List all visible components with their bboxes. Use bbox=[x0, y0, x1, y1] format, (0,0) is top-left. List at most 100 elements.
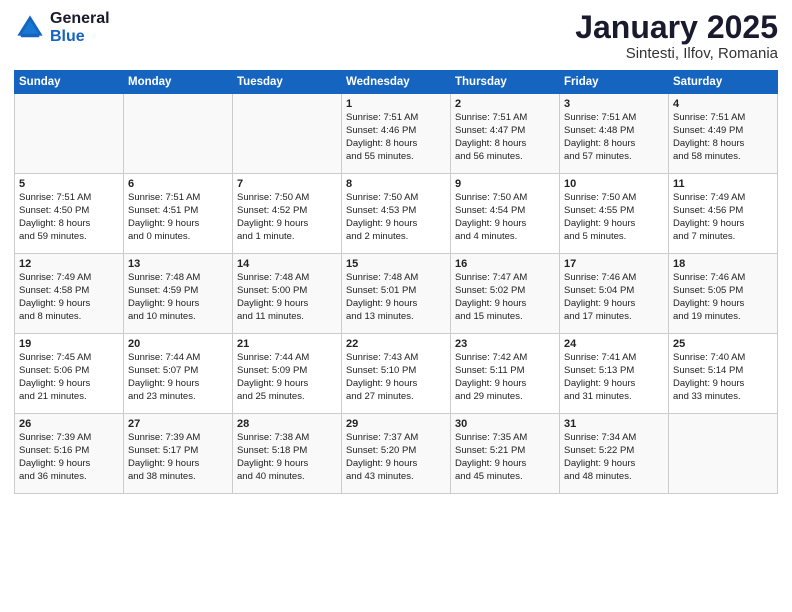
col-wednesday: Wednesday bbox=[342, 71, 451, 94]
calendar-week-3: 19 Sunrise: 7:45 AM Sunset: 5:06 PM Dayli… bbox=[15, 334, 778, 414]
title-block: January 2025 Sintesti, Ilfov, Romania bbox=[575, 10, 778, 62]
calendar-cell: 2 Sunrise: 7:51 AM Sunset: 4:47 PM Daylig… bbox=[451, 94, 560, 174]
calendar-week-4: 26 Sunrise: 7:39 AM Sunset: 5:16 PM Dayli… bbox=[15, 414, 778, 494]
day-info: Sunrise: 7:41 AM Sunset: 5:13 PM Dayligh… bbox=[564, 352, 664, 403]
day-number: 4 bbox=[673, 98, 773, 110]
day-number: 30 bbox=[455, 418, 555, 430]
day-info: Sunrise: 7:51 AM Sunset: 4:46 PM Dayligh… bbox=[346, 112, 446, 163]
day-info: Sunrise: 7:46 AM Sunset: 5:04 PM Dayligh… bbox=[564, 272, 664, 323]
day-info: Sunrise: 7:48 AM Sunset: 5:00 PM Dayligh… bbox=[237, 272, 337, 323]
calendar-cell: 24Sunrise: 7:41 AM Sunset: 5:13 PM Dayli… bbox=[560, 334, 669, 414]
day-info: Sunrise: 7:51 AM Sunset: 4:51 PM Dayligh… bbox=[128, 192, 228, 243]
day-number: 12 bbox=[19, 258, 119, 270]
calendar-title: January 2025 bbox=[575, 10, 778, 45]
calendar-cell: 16 Sunrise: 7:47 AM Sunset: 5:02 PM Dayli… bbox=[451, 254, 560, 334]
day-number: 18 bbox=[673, 258, 773, 270]
calendar-cell: 19 Sunrise: 7:45 AM Sunset: 5:06 PM Dayli… bbox=[15, 334, 124, 414]
day-number: 11 bbox=[673, 178, 773, 190]
calendar-cell: 1 Sunrise: 7:51 AM Sunset: 4:46 PM Daylig… bbox=[342, 94, 451, 174]
day-number: 31 bbox=[564, 418, 664, 430]
calendar-cell: 4 Sunrise: 7:51 AM Sunset: 4:49 PM Daylig… bbox=[669, 94, 778, 174]
day-info: Sunrise: 7:44 AM Sunset: 5:07 PM Dayligh… bbox=[128, 352, 228, 403]
calendar-cell: 15Sunrise: 7:48 AM Sunset: 5:01 PM Dayli… bbox=[342, 254, 451, 334]
day-number: 9 bbox=[455, 178, 555, 190]
day-info: Sunrise: 7:51 AM Sunset: 4:50 PM Dayligh… bbox=[19, 192, 119, 243]
calendar-cell: 22 Sunrise: 7:43 AM Sunset: 5:10 PM Dayli… bbox=[342, 334, 451, 414]
calendar-week-1: 5 Sunrise: 7:51 AM Sunset: 4:50 PM Daylig… bbox=[15, 174, 778, 254]
logo: General Blue bbox=[14, 10, 110, 45]
day-info: Sunrise: 7:35 AM Sunset: 5:21 PM Dayligh… bbox=[455, 432, 555, 483]
col-friday: Friday bbox=[560, 71, 669, 94]
day-number: 13 bbox=[128, 258, 228, 270]
logo-text: General Blue bbox=[50, 10, 110, 45]
day-number: 27 bbox=[128, 418, 228, 430]
day-number: 1 bbox=[346, 98, 446, 110]
day-info: Sunrise: 7:45 AM Sunset: 5:06 PM Dayligh… bbox=[19, 352, 119, 403]
calendar-cell: 28 Sunrise: 7:38 AM Sunset: 5:18 PM Dayli… bbox=[233, 414, 342, 494]
calendar-subtitle: Sintesti, Ilfov, Romania bbox=[575, 45, 778, 62]
calendar-cell: 20Sunrise: 7:44 AM Sunset: 5:07 PM Dayli… bbox=[124, 334, 233, 414]
day-info: Sunrise: 7:50 AM Sunset: 4:54 PM Dayligh… bbox=[455, 192, 555, 243]
day-info: Sunrise: 7:49 AM Sunset: 4:56 PM Dayligh… bbox=[673, 192, 773, 243]
day-info: Sunrise: 7:44 AM Sunset: 5:09 PM Dayligh… bbox=[237, 352, 337, 403]
calendar-cell: 18 Sunrise: 7:46 AM Sunset: 5:05 PM Dayli… bbox=[669, 254, 778, 334]
day-number: 10 bbox=[564, 178, 664, 190]
calendar-cell bbox=[233, 94, 342, 174]
day-number: 26 bbox=[19, 418, 119, 430]
day-info: Sunrise: 7:50 AM Sunset: 4:52 PM Dayligh… bbox=[237, 192, 337, 243]
day-info: Sunrise: 7:40 AM Sunset: 5:14 PM Dayligh… bbox=[673, 352, 773, 403]
calendar-cell: 13 Sunrise: 7:48 AM Sunset: 4:59 PM Dayli… bbox=[124, 254, 233, 334]
calendar-cell: 6 Sunrise: 7:51 AM Sunset: 4:51 PM Daylig… bbox=[124, 174, 233, 254]
col-saturday: Saturday bbox=[669, 71, 778, 94]
day-number: 15 bbox=[346, 258, 446, 270]
calendar-cell: 8 Sunrise: 7:50 AM Sunset: 4:53 PM Daylig… bbox=[342, 174, 451, 254]
day-number: 17 bbox=[564, 258, 664, 270]
day-number: 5 bbox=[19, 178, 119, 190]
day-info: Sunrise: 7:48 AM Sunset: 4:59 PM Dayligh… bbox=[128, 272, 228, 323]
day-number: 6 bbox=[128, 178, 228, 190]
col-tuesday: Tuesday bbox=[233, 71, 342, 94]
calendar-cell bbox=[669, 414, 778, 494]
day-info: Sunrise: 7:39 AM Sunset: 5:17 PM Dayligh… bbox=[128, 432, 228, 483]
calendar-cell: 23 Sunrise: 7:42 AM Sunset: 5:11 PM Dayli… bbox=[451, 334, 560, 414]
day-info: Sunrise: 7:34 AM Sunset: 5:22 PM Dayligh… bbox=[564, 432, 664, 483]
header-row: Sunday Monday Tuesday Wednesday Thursday… bbox=[15, 71, 778, 94]
day-number: 23 bbox=[455, 338, 555, 350]
day-number: 25 bbox=[673, 338, 773, 350]
calendar-cell bbox=[15, 94, 124, 174]
day-info: Sunrise: 7:50 AM Sunset: 4:55 PM Dayligh… bbox=[564, 192, 664, 243]
day-number: 16 bbox=[455, 258, 555, 270]
calendar-cell: 29Sunrise: 7:37 AM Sunset: 5:20 PM Dayli… bbox=[342, 414, 451, 494]
day-number: 28 bbox=[237, 418, 337, 430]
page-container: General Blue January 2025 Sintesti, Ilfo… bbox=[0, 0, 792, 504]
calendar-cell: 9 Sunrise: 7:50 AM Sunset: 4:54 PM Daylig… bbox=[451, 174, 560, 254]
day-info: Sunrise: 7:47 AM Sunset: 5:02 PM Dayligh… bbox=[455, 272, 555, 323]
day-info: Sunrise: 7:51 AM Sunset: 4:47 PM Dayligh… bbox=[455, 112, 555, 163]
col-thursday: Thursday bbox=[451, 71, 560, 94]
logo-blue-text: Blue bbox=[50, 28, 110, 46]
day-info: Sunrise: 7:43 AM Sunset: 5:10 PM Dayligh… bbox=[346, 352, 446, 403]
day-number: 2 bbox=[455, 98, 555, 110]
calendar-cell: 10 Sunrise: 7:50 AM Sunset: 4:55 PM Dayli… bbox=[560, 174, 669, 254]
calendar-cell: 5 Sunrise: 7:51 AM Sunset: 4:50 PM Daylig… bbox=[15, 174, 124, 254]
calendar-cell bbox=[124, 94, 233, 174]
day-info: Sunrise: 7:50 AM Sunset: 4:53 PM Dayligh… bbox=[346, 192, 446, 243]
day-info: Sunrise: 7:39 AM Sunset: 5:16 PM Dayligh… bbox=[19, 432, 119, 483]
calendar-cell: 30 Sunrise: 7:35 AM Sunset: 5:21 PM Dayli… bbox=[451, 414, 560, 494]
day-info: Sunrise: 7:51 AM Sunset: 4:49 PM Dayligh… bbox=[673, 112, 773, 163]
day-number: 8 bbox=[346, 178, 446, 190]
calendar-cell: 25 Sunrise: 7:40 AM Sunset: 5:14 PM Dayli… bbox=[669, 334, 778, 414]
day-number: 22 bbox=[346, 338, 446, 350]
day-number: 19 bbox=[19, 338, 119, 350]
header: General Blue January 2025 Sintesti, Ilfo… bbox=[14, 10, 778, 62]
logo-icon bbox=[14, 12, 46, 44]
day-info: Sunrise: 7:42 AM Sunset: 5:11 PM Dayligh… bbox=[455, 352, 555, 403]
col-monday: Monday bbox=[124, 71, 233, 94]
day-number: 14 bbox=[237, 258, 337, 270]
day-info: Sunrise: 7:38 AM Sunset: 5:18 PM Dayligh… bbox=[237, 432, 337, 483]
calendar-body: 1 Sunrise: 7:51 AM Sunset: 4:46 PM Daylig… bbox=[15, 94, 778, 494]
calendar-cell: 21Sunrise: 7:44 AM Sunset: 5:09 PM Dayli… bbox=[233, 334, 342, 414]
day-info: Sunrise: 7:46 AM Sunset: 5:05 PM Dayligh… bbox=[673, 272, 773, 323]
day-info: Sunrise: 7:51 AM Sunset: 4:48 PM Dayligh… bbox=[564, 112, 664, 163]
calendar-cell: 14 Sunrise: 7:48 AM Sunset: 5:00 PM Dayli… bbox=[233, 254, 342, 334]
